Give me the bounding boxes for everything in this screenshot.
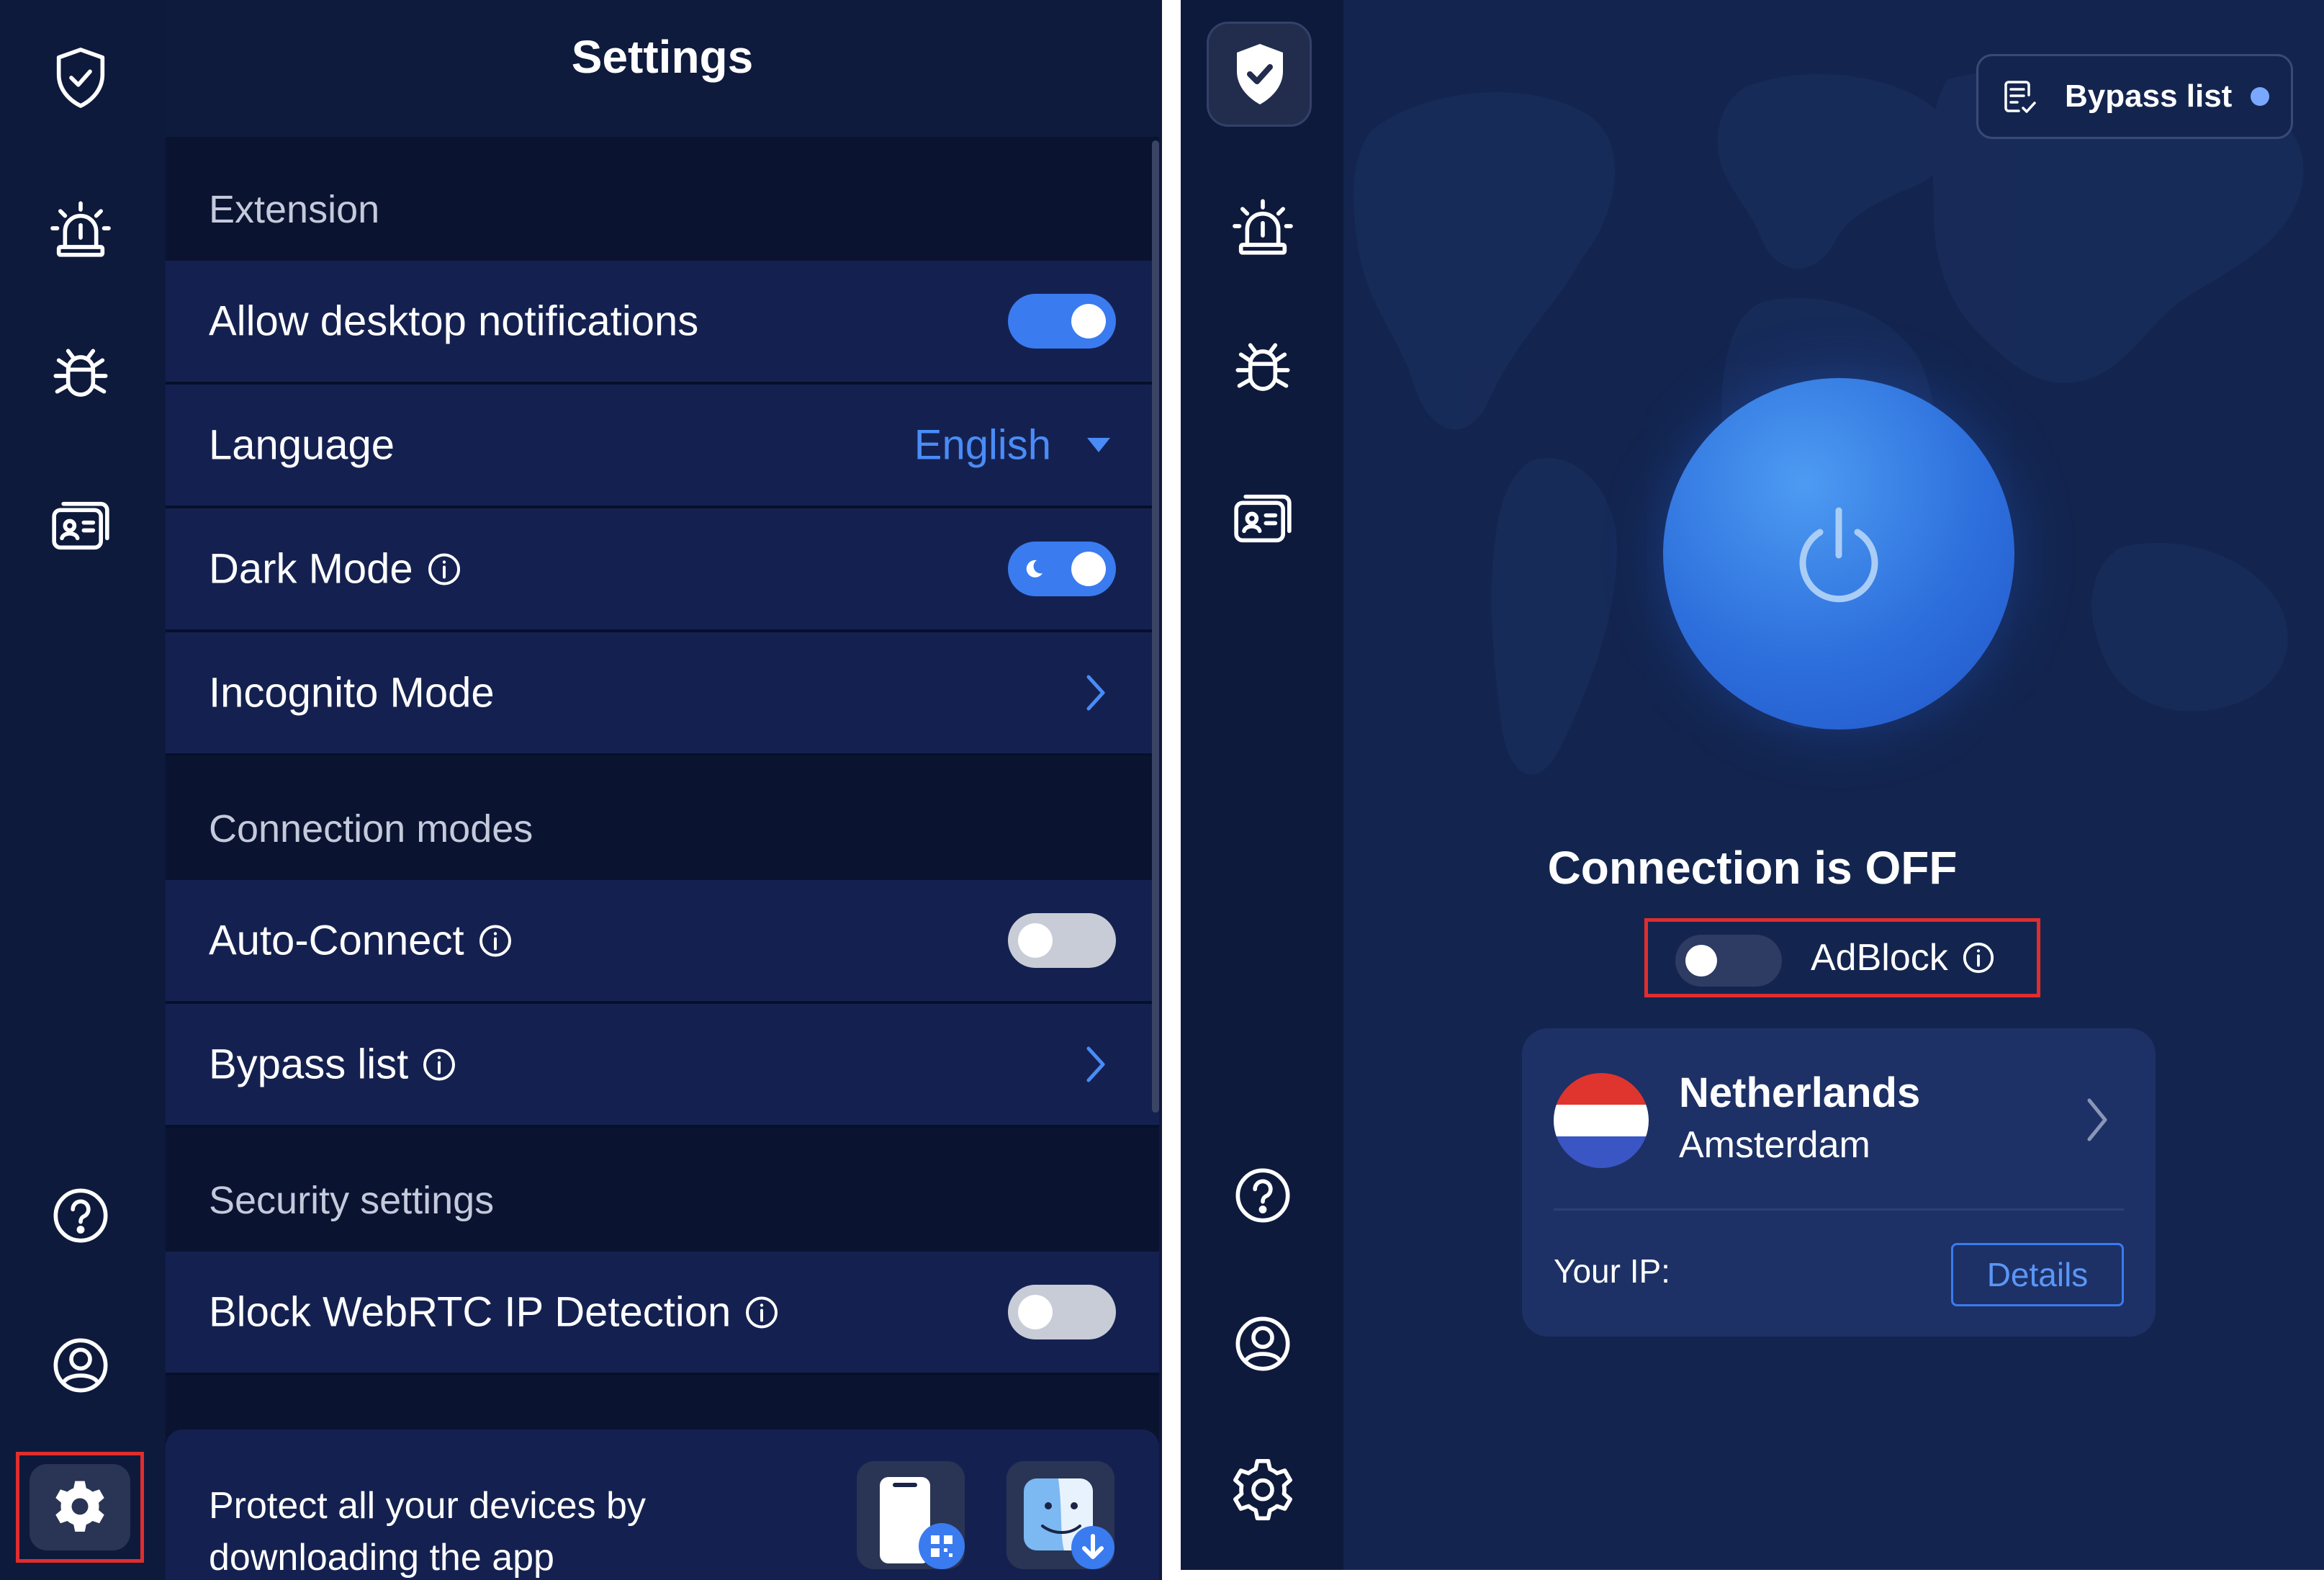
row-label-wrap: Dark Mode <box>209 545 462 593</box>
info-icon[interactable] <box>1961 941 1996 975</box>
row-label: Bypass list <box>209 1041 409 1088</box>
row-auto-connect[interactable]: Auto-Connect <box>166 880 1159 1004</box>
promo-text: Protect all your devices by downloading … <box>209 1485 646 1579</box>
chevron-right-icon[interactable] <box>2082 1095 2111 1145</box>
left-sidebar <box>0 0 166 1580</box>
shield-check-icon[interactable] <box>43 40 118 115</box>
bypass-list-label: Bypass list <box>2065 78 2233 114</box>
section-header-extension: Extension <box>166 137 1159 261</box>
connect-power-button[interactable] <box>1663 378 2014 730</box>
bug-icon[interactable] <box>1225 333 1300 408</box>
connection-status: Connection is OFF <box>1547 842 1958 894</box>
help-icon[interactable] <box>1225 1158 1300 1233</box>
settings-icon[interactable] <box>1225 1453 1300 1528</box>
info-icon[interactable] <box>744 1294 780 1330</box>
netherlands-flag-icon <box>1554 1073 1649 1168</box>
row-desktop-notifications[interactable]: Allow desktop notifications <box>166 261 1159 385</box>
settings-panel: Settings Extension Allow desktop notific… <box>0 0 1162 1580</box>
row-label-wrap: Bypass list <box>209 1041 457 1089</box>
section-header-connection-modes: Connection modes <box>166 756 1159 880</box>
section-label: Connection modes <box>209 807 533 850</box>
settings-nav-active[interactable] <box>16 1452 144 1563</box>
connection-panel: Bypass list Connection is OFF AdBlock Ne… <box>1181 0 2324 1570</box>
settings-icon <box>55 1481 104 1532</box>
power-icon <box>1799 507 1878 603</box>
row-block-webrtc[interactable]: Block WebRTC IP Detection <box>166 1252 1159 1375</box>
row-label-wrap: Auto-Connect <box>209 917 513 965</box>
row-dark-mode[interactable]: Dark Mode <box>166 508 1159 632</box>
adblock-highlight: AdBlock <box>1644 918 2040 997</box>
scrollbar[interactable] <box>1152 140 1159 1113</box>
row-label: Dark Mode <box>209 545 413 593</box>
adblock-label: AdBlock <box>1811 937 1948 979</box>
row-bypass-list[interactable]: Bypass list <box>166 1004 1159 1128</box>
location-card[interactable]: Netherlands Amsterdam Your IP: Details <box>1522 1028 2156 1337</box>
settings-nav-button[interactable] <box>30 1464 130 1550</box>
row-label: Allow desktop notifications <box>209 297 699 345</box>
status-dot <box>2251 87 2269 106</box>
dark-mode-toggle[interactable] <box>1008 542 1116 596</box>
caret-down-icon[interactable] <box>1084 435 1113 455</box>
bug-icon[interactable] <box>43 338 118 413</box>
row-label-wrap: Block WebRTC IP Detection <box>209 1288 780 1337</box>
page-title: Settings <box>571 31 754 83</box>
row-label: Incognito Mode <box>209 669 495 717</box>
location-city: Amsterdam <box>1679 1124 1870 1166</box>
shield-nav-active[interactable] <box>1207 22 1312 127</box>
id-card-icon[interactable] <box>43 488 118 563</box>
info-icon[interactable] <box>421 1046 457 1082</box>
settings-list: Extension Allow desktop notifications La… <box>166 137 1159 1580</box>
notifications-toggle[interactable] <box>1008 294 1116 349</box>
section-header-security: Security settings <box>166 1128 1159 1252</box>
phone-qr-icon <box>880 1477 965 1569</box>
divider <box>1554 1208 2124 1211</box>
chevron-right-icon[interactable] <box>1081 671 1110 714</box>
language-select[interactable]: English <box>914 421 1051 470</box>
adblock-label-wrap: AdBlock <box>1811 936 1996 979</box>
help-icon[interactable] <box>43 1178 118 1253</box>
list-check-icon <box>2004 81 2036 113</box>
alarm-siren-icon[interactable] <box>43 191 118 266</box>
section-label: Extension <box>209 188 380 231</box>
alarm-siren-icon[interactable] <box>1225 189 1300 264</box>
chevron-right-icon[interactable] <box>1081 1043 1110 1086</box>
download-app-promo: Protect all your devices by downloading … <box>166 1429 1159 1580</box>
account-icon[interactable] <box>1225 1306 1300 1381</box>
info-icon[interactable] <box>477 923 513 959</box>
row-label: Auto-Connect <box>209 917 464 964</box>
moon-icon <box>1026 560 1042 578</box>
row-language[interactable]: Language English <box>166 385 1159 508</box>
webrtc-toggle[interactable] <box>1008 1285 1116 1339</box>
right-sidebar <box>1181 0 1343 1570</box>
account-icon[interactable] <box>43 1328 118 1403</box>
settings-content: Settings Extension Allow desktop notific… <box>166 0 1162 1580</box>
id-card-icon[interactable] <box>1225 481 1300 556</box>
shield-check-icon <box>1237 44 1283 104</box>
location-country: Netherlands <box>1679 1069 1921 1116</box>
adblock-toggle[interactable] <box>1675 935 1782 987</box>
bypass-list-button[interactable]: Bypass list <box>1976 54 2293 139</box>
row-label: Language <box>209 421 395 469</box>
finder-download-icon <box>1024 1478 1114 1569</box>
mobile-app-qr-button[interactable] <box>857 1461 965 1569</box>
row-incognito-mode[interactable]: Incognito Mode <box>166 632 1159 756</box>
section-label: Security settings <box>209 1179 495 1222</box>
info-icon[interactable] <box>426 551 462 587</box>
ip-label: Your IP: <box>1554 1252 1670 1290</box>
auto-connect-toggle[interactable] <box>1008 913 1116 968</box>
details-button[interactable]: Details <box>1951 1243 2124 1306</box>
desktop-app-download-button[interactable] <box>1006 1461 1114 1569</box>
row-label: Block WebRTC IP Detection <box>209 1288 731 1336</box>
